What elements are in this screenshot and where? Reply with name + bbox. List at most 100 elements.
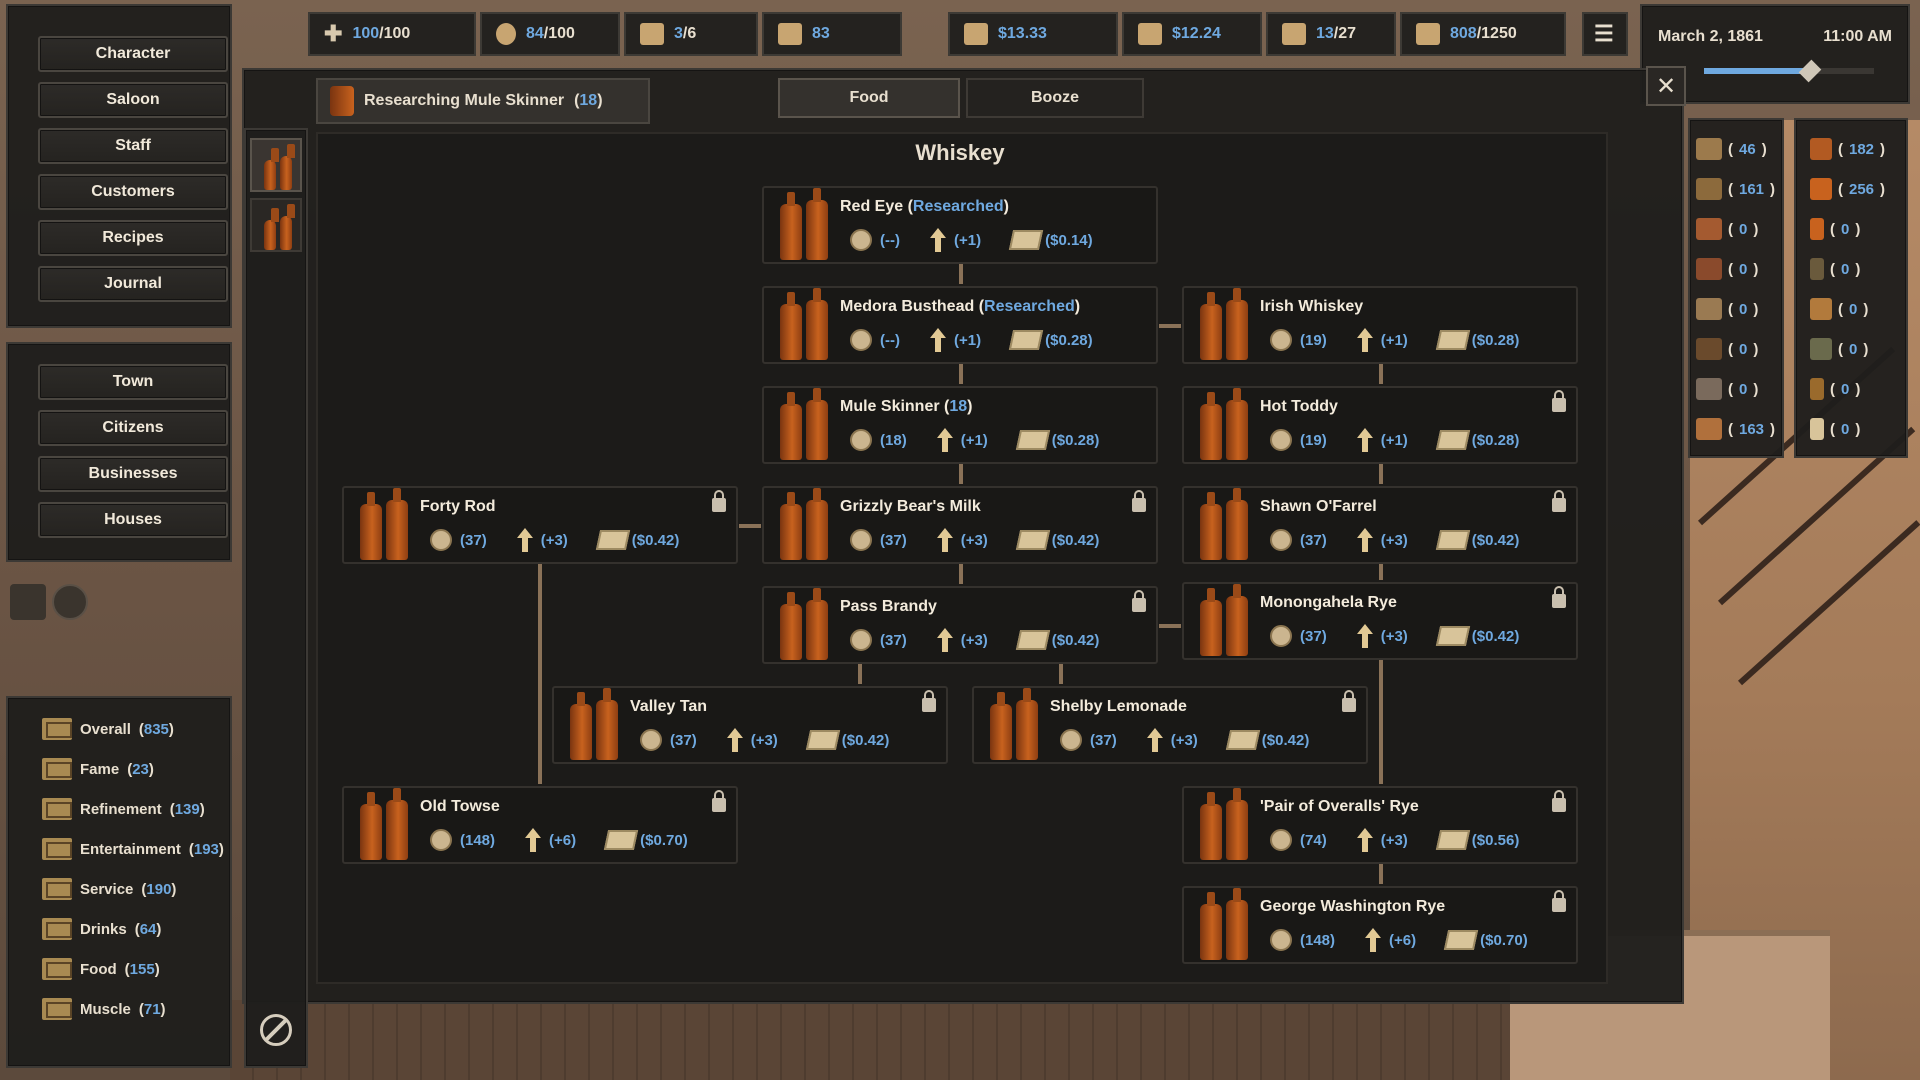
level-up-icon xyxy=(1356,328,1373,352)
research-time: 37 xyxy=(1305,627,1322,645)
recipe-node-monongahela-rye[interactable]: Monongahela Rye (37) (+3) ($0.42) xyxy=(1182,582,1578,660)
ingredient-row: (0) xyxy=(1810,258,1860,280)
whiskey-icon xyxy=(330,86,354,116)
speech-bubble-icon xyxy=(640,23,664,45)
recipe-node-irish-whiskey[interactable]: Irish Whiskey (19) (+1) ($0.28) xyxy=(1182,286,1578,364)
recipe-node-hot-toddy[interactable]: Hot Toddy (19) (+1) ($0.28) xyxy=(1182,386,1578,464)
connector xyxy=(858,664,862,684)
recipe-node-medora-busthead[interactable]: Medora Busthead (Researched) (--) (+1) ($0… xyxy=(762,286,1158,364)
crates-indicator: 808/1250 xyxy=(1400,12,1566,56)
recipe-node-shawn-ofarrel[interactable]: Shawn O'Farrel (37) (+3) ($0.42) xyxy=(1182,486,1578,564)
category-booze-button[interactable] xyxy=(250,198,302,252)
ingredient-row: (0) xyxy=(1810,418,1860,440)
lock-icon xyxy=(1132,590,1146,612)
bottle-icon xyxy=(1810,378,1824,400)
whiskey-icon xyxy=(1198,488,1252,560)
recipe-node-grizzly-bears-milk[interactable]: Grizzly Bear's Milk (37) (+3) ($0.42) xyxy=(762,486,1158,564)
price: $0.42 xyxy=(1056,531,1095,549)
category-sidebar xyxy=(244,128,308,1068)
food-ingredient-icon xyxy=(1696,178,1722,200)
menu-button-town[interactable]: Town xyxy=(38,364,228,400)
tab-booze[interactable]: Booze xyxy=(966,78,1144,118)
pointer-hand-button[interactable] xyxy=(10,584,46,620)
connector xyxy=(1159,324,1181,328)
stat-entertainment: Entertainment (193) xyxy=(42,838,224,860)
recipe-node-pass-brandy[interactable]: Pass Brandy (37) (+3) ($0.42) xyxy=(762,586,1158,664)
hunger-max: /100 xyxy=(543,25,575,42)
level-up-icon xyxy=(1356,828,1373,852)
saloon-icon xyxy=(42,918,72,940)
cash-stack-icon xyxy=(964,23,988,45)
menu-button-character[interactable]: Character xyxy=(38,36,228,72)
level-up-icon xyxy=(726,728,743,752)
recipe-node-mule-skinner[interactable]: Mule Skinner (18) (18) (+1) ($0.28) xyxy=(762,386,1158,464)
timer-icon xyxy=(850,529,872,551)
hamburger-menu-button[interactable]: ☰ xyxy=(1582,12,1628,56)
category-whiskey-button[interactable] xyxy=(250,138,302,192)
connector xyxy=(959,464,963,484)
tab-food[interactable]: Food xyxy=(778,78,960,118)
timer-icon xyxy=(1270,929,1292,951)
close-button[interactable]: ✕ xyxy=(1646,66,1686,106)
menu-button-journal[interactable]: Journal xyxy=(38,266,228,302)
menu-button-staff[interactable]: Staff xyxy=(38,128,228,164)
level-up-icon xyxy=(1146,728,1163,752)
menu-button-citizens[interactable]: Citizens xyxy=(38,410,228,446)
stat-value: 190 xyxy=(146,880,172,898)
menu-button-recipes[interactable]: Recipes xyxy=(38,220,228,256)
saloon-icon xyxy=(42,798,72,820)
whiskey-icon xyxy=(280,144,295,190)
recipe-node-pair-of-overalls-rye[interactable]: 'Pair of Overalls' Rye (74) (+3) ($0.56) xyxy=(1182,786,1578,864)
level-bonus: +1 xyxy=(1385,431,1403,449)
research-count: 18 xyxy=(949,398,968,415)
ingredient-count: 163 xyxy=(1739,420,1765,438)
stat-value: 835 xyxy=(143,720,169,738)
level-bonus: +1 xyxy=(965,431,983,449)
research-time: 74 xyxy=(1305,831,1322,849)
stat-label: Drinks xyxy=(80,920,127,938)
price: $0.42 xyxy=(846,731,885,749)
research-banner: Researching Mule Skinner (18) xyxy=(316,78,650,124)
recipe-node-forty-rod[interactable]: Forty Rod (37) (+3) ($0.42) xyxy=(342,486,738,564)
cash-icon xyxy=(1015,630,1050,650)
stat-muscle: Muscle (71) xyxy=(42,998,166,1020)
storage-indicator: 13/27 xyxy=(1266,12,1396,56)
reputation-value: 83 xyxy=(812,25,830,42)
cash-icon xyxy=(1444,930,1479,950)
bottle-icon xyxy=(1810,138,1832,160)
ingredient-row: (0) xyxy=(1696,258,1758,280)
menu-button-businesses[interactable]: Businesses xyxy=(38,456,228,492)
handshake-icon xyxy=(778,23,802,45)
menu-button-customers[interactable]: Customers xyxy=(38,174,228,210)
recipe-node-valley-tan[interactable]: Valley Tan (37) (+3) ($0.42) xyxy=(552,686,948,764)
level-up-icon xyxy=(525,828,542,852)
whiskey-icon xyxy=(1198,388,1252,460)
saloon-icon xyxy=(42,958,72,980)
stat-drinks: Drinks (64) xyxy=(42,918,161,940)
cash-icon xyxy=(1008,230,1044,250)
crates-max: /1250 xyxy=(1476,25,1517,42)
food-ingredient-icon xyxy=(1696,418,1722,440)
research-time: 148 xyxy=(1305,931,1331,949)
grab-hand-button[interactable] xyxy=(52,584,88,620)
bottle-icon xyxy=(280,204,295,250)
connector xyxy=(959,364,963,384)
lock-icon xyxy=(712,790,726,812)
research-time: 37 xyxy=(885,631,902,649)
recipe-node-shelby-lemonade[interactable]: Shelby Lemonade (37) (+3) ($0.42) xyxy=(972,686,1368,764)
time-slider-handle[interactable] xyxy=(1798,59,1821,83)
menu-button-houses[interactable]: Houses xyxy=(38,502,228,538)
health-icon: ✚ xyxy=(324,21,343,46)
cancel-button[interactable] xyxy=(260,1014,292,1046)
stat-label: Fame xyxy=(80,760,120,778)
recipe-node-red-eye[interactable]: Red Eye (Researched) (--) (+1) ($0.14) xyxy=(762,186,1158,264)
stat-label: Entertainment xyxy=(80,840,181,858)
recipe-node-old-towse[interactable]: Old Towse (148) (+6) ($0.70) xyxy=(342,786,738,864)
research-time: 37 xyxy=(885,531,902,549)
stat-value: 139 xyxy=(174,800,200,818)
recipe-node-george-washington-rye[interactable]: George Washington Rye (148) (+6) ($0.70) xyxy=(1182,886,1578,964)
timer-icon xyxy=(1270,529,1292,551)
menu-button-saloon[interactable]: Saloon xyxy=(38,82,228,118)
time-slider[interactable] xyxy=(1704,59,1874,83)
ingredient-count: 0 xyxy=(1841,220,1850,238)
